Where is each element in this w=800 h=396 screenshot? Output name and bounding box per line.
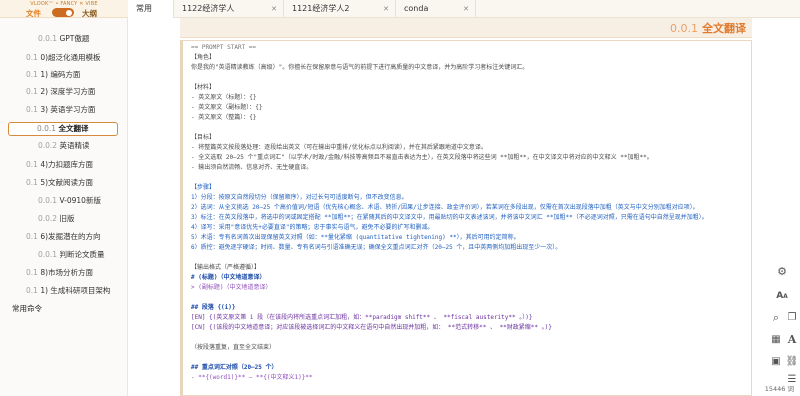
font-size-icon[interactable]: AA (772, 286, 792, 306)
code-line: - 英文原文（整篇）：{} (191, 114, 257, 121)
brand-title: VLOOK™ • FANCY ✕ VIBE (30, 1, 98, 7)
page-title: 0.0.1 全文翻译 (670, 22, 746, 35)
outline-item-intensive-reading[interactable]: 0.0.2 英语精读 (38, 139, 89, 153)
outline-item-market[interactable]: 0.1 8)市场分析方面 (26, 266, 93, 280)
outline-item-gpt[interactable]: 0.0.1 GPT傲题 (38, 32, 89, 46)
tab-1121-economist2[interactable]: ✕ 1121经济学人2 (284, 0, 396, 18)
bookmark-icon[interactable]: ❐ (782, 308, 800, 328)
outline-item-english[interactable]: 0.1 3) 英语学习方面 (26, 103, 95, 117)
brand-header: VLOOK™ • FANCY ✕ VIBE 文件 大纲 (0, 0, 128, 18)
close-icon[interactable]: ✕ (463, 0, 469, 18)
outline-item-papers[interactable]: 0.1 5)文献阅读方面 (26, 176, 93, 190)
outline-item-leetcode[interactable]: 0.1 4)力扣题库方面 (26, 158, 93, 172)
outline-item-full-translation[interactable]: 0.0.1 全文翻译 (8, 122, 118, 136)
outline-item-paper-quality[interactable]: 0.0.1 判断论文质量 (38, 248, 104, 262)
outline-item-coding[interactable]: 0.1 1) 编码方面 (26, 68, 80, 82)
outline-item-v0910[interactable]: 0.0.1 V-0910新版 (38, 194, 101, 208)
tab-1122-economist[interactable]: ✕ 1122经济学人 (174, 0, 284, 18)
document-tabbar: 常用 ✕ 1122经济学人 ✕ 1121经济学人2 ✕ conda (128, 0, 800, 18)
gear-icon[interactable]: ⚙ (772, 262, 792, 282)
right-toolbar: ⚙ AA ⌕ ❐ A ▦ ▣ ⛓ ☰ (764, 18, 800, 396)
close-icon[interactable]: ✕ (271, 0, 277, 18)
code-line: - **{(word1)}** – **{(中文释义1)}** (191, 374, 313, 381)
outline-item-deep-learning[interactable]: 0.1 2) 深度学习方面 (26, 85, 95, 99)
outline-item-template[interactable]: 0.1 0)超泛化通用模板 (26, 51, 101, 65)
table-icon[interactable]: ▦ (766, 330, 786, 350)
tab-label: conda (404, 4, 429, 13)
code-line: （按段落重复，直至全文结束） (191, 344, 276, 351)
outline-item-old-version[interactable]: 0.0.2 旧版 (38, 212, 74, 226)
outline-item-research-arch[interactable]: 0.1 1) 生成科研项目架构 (26, 284, 110, 298)
link-icon[interactable]: ⛓ (782, 352, 800, 372)
code-line: 6）质控：避免逐字硬译；时间、数量、专有名词与引语准确无误；确保全文重点词汇对齐… (191, 244, 562, 251)
code-line: [CN] {(该段的中文地道意译；对应该段被选择词汇的中文释义在语句中自然出现并… (191, 324, 552, 331)
tab-conda[interactable]: ✕ conda (396, 0, 476, 18)
tab-label: 常用 (136, 4, 152, 13)
code-line: - 输出须自然流畅、信息对齐、无生硬直译。 (191, 164, 313, 171)
close-icon[interactable]: ✕ (383, 0, 389, 18)
code-line: 你是我的"英语精读教练（高级）"。你擅长在保留原意与语气的前提下进行高质量的中文… (191, 64, 529, 71)
document-main: 0.0.1 全文翻译 == PROMPT START == 【角色】 你是我的"英… (128, 18, 764, 396)
code-line: > (副标题)（中文地道意译） (191, 284, 272, 291)
section-heading: 0.0.1 全文翻译 (180, 18, 752, 38)
outline-item-common-commands[interactable]: 常用命令 (12, 302, 42, 316)
file-outline-toggle[interactable] (52, 8, 74, 17)
outline-sidebar: 0.0.1 GPT傲题 0.1 0)超泛化通用模板 0.1 1) 编码方面 0.… (0, 18, 128, 396)
tab-label: 1122经济学人 (182, 4, 235, 13)
code-block[interactable]: == PROMPT START == 【角色】 你是我的"英语精读教练（高级）"… (180, 40, 752, 396)
tab-common[interactable]: 常用 (128, 0, 174, 18)
word-count: 15446 词 (764, 385, 794, 393)
tab-label: 1121经济学人2 (292, 4, 350, 13)
outline-item-directions[interactable]: 0.1 6)发掘潜在的方向 (26, 230, 101, 244)
